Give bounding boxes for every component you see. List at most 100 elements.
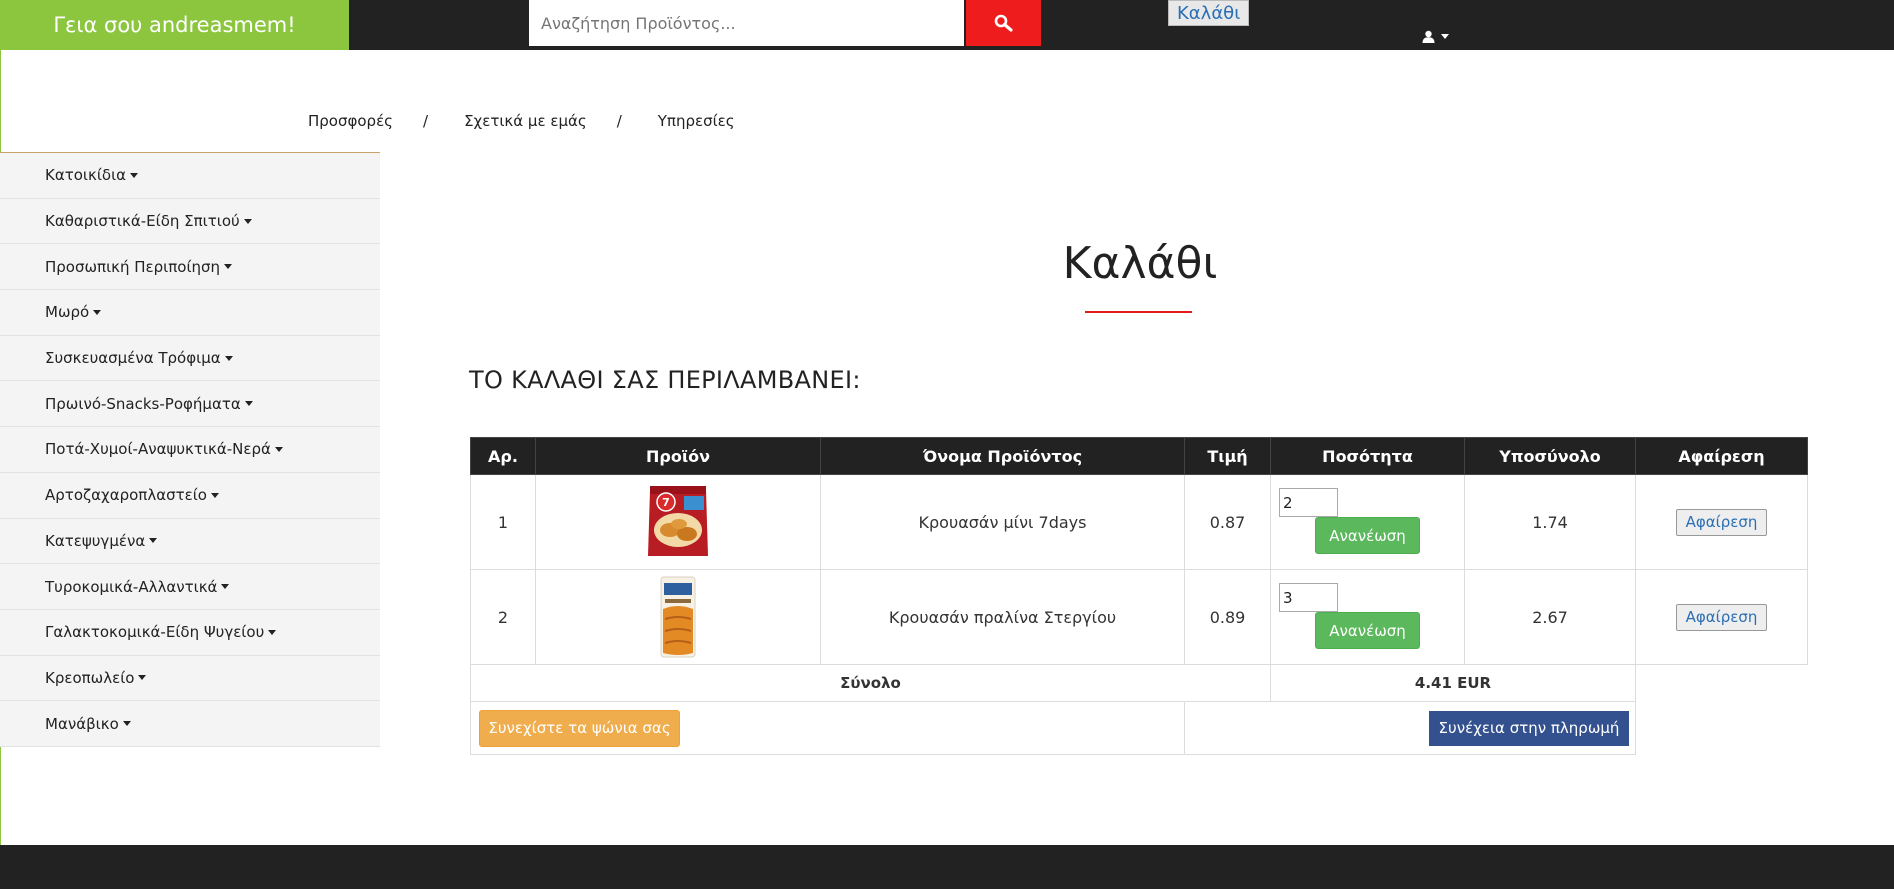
col-header-subtotal: Υποσύνολο xyxy=(1464,437,1636,475)
update-button[interactable]: Ανανέωση xyxy=(1315,517,1420,554)
sidebar-item-butcher[interactable]: Κρεοπωλείο xyxy=(0,655,380,702)
sidebar-item-frozen[interactable]: Κατεψυγμένα xyxy=(0,518,380,565)
product-price: 0.87 xyxy=(1184,474,1271,570)
row-number: 2 xyxy=(470,569,536,665)
caret-down-icon xyxy=(1441,34,1449,39)
top-nav: Προσφορές / Σχετικά με εμάς / Υπηρεσίες xyxy=(308,112,735,130)
sidebar-item-label: Τυροκομικά-Αλλαντικά xyxy=(45,577,218,596)
title-underline xyxy=(1085,311,1192,313)
search-input[interactable] xyxy=(529,0,964,46)
empty-cell xyxy=(1636,665,1808,702)
sidebar-item-personal-care[interactable]: Προσωπική Περιποίηση xyxy=(0,244,380,291)
cart-subheading: ΤΟ ΚΑΛΑΘΙ ΣΑΣ ΠΕΡΙΛΑΜΒΑΝΕΙ: xyxy=(469,366,861,394)
sidebar-item-bakery[interactable]: Αρτοζαχαροπλαστείο xyxy=(0,472,380,519)
sidebar-item-packaged-food[interactable]: Συσκευασμένα Τρόφιμα xyxy=(0,335,380,382)
caret-down-icon xyxy=(138,675,147,681)
cart-link[interactable]: Καλάθι xyxy=(1168,0,1250,26)
sidebar-item-label: Κρεοπωλείο xyxy=(45,668,135,687)
product-price: 0.89 xyxy=(1184,569,1271,665)
col-header-price: Τιμή xyxy=(1184,437,1271,475)
row-number: 1 xyxy=(470,474,536,570)
sidebar-item-label: Καθαριστικά-Είδη Σπιτιού xyxy=(45,212,240,231)
product-image-cell xyxy=(535,569,821,665)
remove-button[interactable]: Αφαίρεση xyxy=(1676,508,1767,536)
remove-cell: Αφαίρεση xyxy=(1635,474,1808,570)
quantity-input[interactable] xyxy=(1279,488,1338,517)
nav-separator: / xyxy=(616,112,622,130)
checkout-button[interactable]: Συνέχεια στην πληρωμή xyxy=(1429,710,1629,746)
caret-down-icon xyxy=(268,629,277,635)
remove-button[interactable]: Αφαίρεση xyxy=(1676,603,1767,631)
sidebar-item-deli[interactable]: Τυροκομικά-Αλλαντικά xyxy=(0,564,380,610)
category-sidebar: Κατοικίδια Καθαριστικά-Είδη Σπιτιού Προσ… xyxy=(0,152,380,747)
action-row: Συνεχίστε τα ψώνια σας Συνέχεια στην πλη… xyxy=(470,701,1808,755)
sidebar-item-label: Μωρό xyxy=(45,303,90,322)
nav-separator: / xyxy=(423,112,429,130)
product-subtotal: 2.67 xyxy=(1464,569,1636,665)
nav-about[interactable]: Σχετικά με εμάς xyxy=(464,112,587,130)
sidebar-item-label: Κατοικίδια xyxy=(45,166,127,185)
col-header-quantity: Ποσότητα xyxy=(1270,437,1465,475)
col-header-product: Προϊόν xyxy=(535,437,821,475)
quantity-cell: Ανανέωση xyxy=(1270,569,1465,665)
sidebar-item-label: Μανάβικο xyxy=(45,714,119,733)
footer xyxy=(0,845,1894,889)
caret-down-icon xyxy=(243,218,252,224)
caret-down-icon xyxy=(122,721,131,727)
sidebar-item-greengrocer[interactable]: Μανάβικο xyxy=(0,701,380,747)
page-title: Καλάθι xyxy=(1062,238,1218,289)
search-button[interactable] xyxy=(966,0,1041,46)
sidebar-item-breakfast[interactable]: Πρωινό-Snacks-Ροφήματα xyxy=(0,381,380,428)
table-row: 1 7 Κρουασάν μίνι 7days 0.87 Ανανέ xyxy=(470,474,1808,570)
user-icon xyxy=(1422,30,1435,43)
table-header-row: Αρ. Προϊόν Όνομα Προϊόντος Τιμή Ποσότητα… xyxy=(470,437,1808,475)
nav-offers[interactable]: Προσφορές xyxy=(308,112,393,130)
caret-down-icon xyxy=(149,538,158,544)
product-subtotal: 1.74 xyxy=(1464,474,1636,570)
caret-down-icon xyxy=(224,355,233,361)
continue-cell: Συνεχίστε τα ψώνια σας xyxy=(470,701,1185,755)
sidebar-item-cleaning[interactable]: Καθαριστικά-Είδη Σπιτιού xyxy=(0,198,380,245)
caret-down-icon xyxy=(274,446,283,452)
col-header-number: Αρ. xyxy=(470,437,536,475)
sidebar-item-label: Προσωπική Περιποίηση xyxy=(45,257,221,276)
product-name: Κρουασάν μίνι 7days xyxy=(820,474,1185,570)
svg-text:7: 7 xyxy=(662,496,670,509)
sidebar-item-drinks[interactable]: Ποτά-Χυμοί-Αναψυκτικά-Νερά xyxy=(0,427,380,473)
caret-down-icon xyxy=(224,264,233,270)
greeting-banner: Γεια σου andreasmem! xyxy=(0,0,349,50)
user-menu[interactable] xyxy=(1422,30,1449,43)
product-image-cell: 7 xyxy=(535,474,821,570)
col-header-remove: Αφαίρεση xyxy=(1635,437,1808,475)
sidebar-item-label: Συσκευασμένα Τρόφιμα xyxy=(45,349,221,368)
sidebar-item-baby[interactable]: Μωρό xyxy=(0,290,380,336)
continue-shopping-button[interactable]: Συνεχίστε τα ψώνια σας xyxy=(479,709,680,747)
cart-table: Αρ. Προϊόν Όνομα Προϊόντος Τιμή Ποσότητα… xyxy=(470,437,1808,755)
col-header-name: Όνομα Προϊόντος xyxy=(820,437,1185,475)
update-button[interactable]: Ανανέωση xyxy=(1315,612,1420,649)
sidebar-item-label: Γαλακτοκομικά-Είδη Ψυγείου xyxy=(45,623,265,642)
top-bar: Γεια σου andreasmem! Καλάθι xyxy=(0,0,1894,50)
total-value: 4.41 EUR xyxy=(1270,664,1636,702)
quantity-input[interactable] xyxy=(1279,583,1338,612)
product-image xyxy=(660,576,696,658)
table-row: 2 Κρουασάν πραλίνα Στεργίου 0.89 Ανανέωσ… xyxy=(470,569,1808,665)
caret-down-icon xyxy=(221,584,230,590)
quantity-cell: Ανανέωση xyxy=(1270,474,1465,570)
remove-cell: Αφαίρεση xyxy=(1635,569,1808,665)
empty-cell xyxy=(1636,702,1808,755)
sidebar-item-pets[interactable]: Κατοικίδια xyxy=(0,153,380,199)
sidebar-item-dairy[interactable]: Γαλακτοκομικά-Είδη Ψυγείου xyxy=(0,609,380,656)
sidebar-item-label: Κατεψυγμένα xyxy=(45,531,146,550)
sidebar-item-label: Πρωινό-Snacks-Ροφήματα xyxy=(45,394,241,413)
search-icon xyxy=(994,14,1013,32)
sidebar-item-label: Αρτοζαχαροπλαστείο xyxy=(45,486,207,505)
caret-down-icon xyxy=(210,492,219,498)
sidebar-item-label: Ποτά-Χυμοί-Αναψυκτικά-Νερά xyxy=(45,440,271,459)
product-image: 7 xyxy=(648,486,708,556)
checkout-cell: Συνέχεια στην πληρωμή xyxy=(1184,701,1636,755)
nav-services[interactable]: Υπηρεσίες xyxy=(658,112,735,130)
caret-down-icon xyxy=(244,401,253,407)
total-row: Σύνολο 4.41 EUR xyxy=(470,664,1808,702)
caret-down-icon xyxy=(130,172,139,178)
